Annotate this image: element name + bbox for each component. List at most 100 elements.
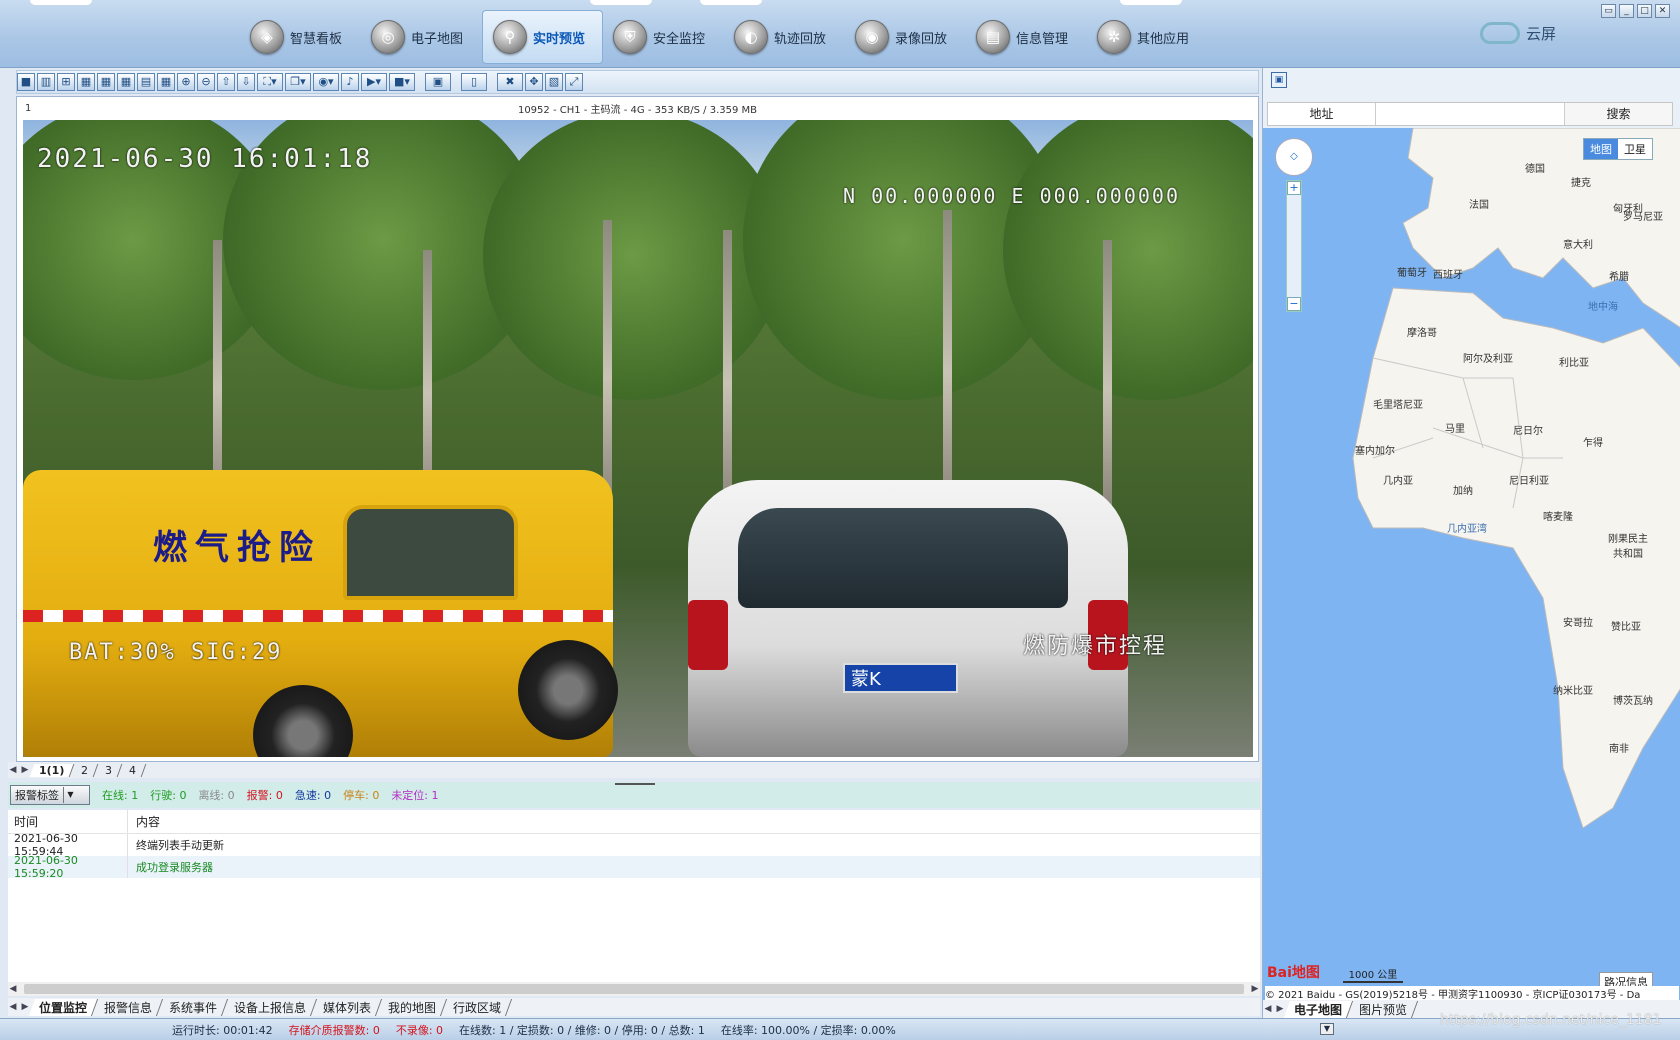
map-label: 南非 xyxy=(1609,744,1629,755)
layout-16-icon[interactable]: ▦ xyxy=(157,73,175,91)
zoom-slider[interactable]: + − xyxy=(1286,180,1302,312)
save-icon[interactable]: ▣ xyxy=(425,73,451,91)
scroll-right-icon[interactable]: ▶ xyxy=(1250,984,1260,994)
layout-6-icon[interactable]: ▦ xyxy=(77,73,95,91)
nav-item-6[interactable]: ▤ 信息管理 xyxy=(966,10,1087,64)
layout-8-icon[interactable]: ▦ xyxy=(97,73,115,91)
video-tab-3[interactable]: 4 xyxy=(120,763,147,777)
expand-icon[interactable]: ⤢ xyxy=(565,73,583,91)
speeding-count: 急速: 0 xyxy=(294,789,332,802)
prev-arrow-icon[interactable]: ◀ xyxy=(8,1002,18,1012)
next-arrow-icon[interactable]: ▶ xyxy=(20,1002,30,1012)
map-toolbar: ▣ xyxy=(1263,68,1680,92)
nav-item-7[interactable]: ✲ 其他应用 xyxy=(1087,10,1208,64)
nav-item-label: 轨迹回放 xyxy=(774,31,827,47)
layout-9-icon[interactable]: ▦ xyxy=(117,73,135,91)
bottom-tab-0[interactable]: 位置监控 xyxy=(28,998,99,1016)
zoom-out-icon[interactable]: ⊖ xyxy=(197,73,215,91)
zoom-in-icon[interactable]: + xyxy=(1287,181,1301,195)
nav-item-3[interactable]: ⛨ 安全监控 xyxy=(603,10,724,64)
nav-item-label: 其他应用 xyxy=(1137,31,1190,47)
map-type-satellite[interactable]: 卫星 xyxy=(1618,139,1652,159)
layout-4-icon[interactable]: ⊞ xyxy=(57,73,75,91)
video-tab-1[interactable]: 2 xyxy=(72,763,99,777)
map-type-map[interactable]: 地图 xyxy=(1584,139,1618,159)
nav-item-2[interactable]: ⚲ 实时预览 xyxy=(482,10,603,64)
osd-right-text: 燃防爆市控程 xyxy=(1023,634,1168,659)
scroll-left-icon[interactable]: ◀ xyxy=(8,984,18,994)
layout-10-icon[interactable]: ▤ xyxy=(137,73,155,91)
prev-arrow-icon[interactable]: ◀ xyxy=(8,765,18,775)
bottom-tab-2[interactable]: 系统事件 xyxy=(158,998,229,1016)
bottom-tab-5[interactable]: 我的地图 xyxy=(377,998,448,1016)
map-panel: ▣ 地址 搜索 地图 卫星 ◇ + − 德国 捷克 法国 匈牙利 罗马尼亚 意大利 葡萄牙 xyxy=(1262,68,1680,1018)
top-strip xyxy=(30,0,92,5)
zoom-in-icon[interactable]: ⊕ xyxy=(177,73,195,91)
alarm-count: 报警: 0 xyxy=(246,789,283,802)
log-horizontal-scrollbar[interactable]: ◀ ▶ xyxy=(8,982,1260,996)
document-icon[interactable]: ▯ xyxy=(461,73,487,91)
search-button[interactable]: 搜索 xyxy=(1564,103,1672,125)
suv-rear-window xyxy=(738,508,1068,608)
bottom-tab-6[interactable]: 行政区域 xyxy=(443,998,513,1016)
address-input[interactable] xyxy=(1376,103,1564,125)
nav-item-1[interactable]: ◎ 电子地图 xyxy=(361,10,482,64)
layout-2-icon[interactable]: ▥ xyxy=(37,73,55,91)
prev-arrow-icon[interactable]: ◀ xyxy=(1263,1004,1273,1014)
next-arrow-icon[interactable]: ▶ xyxy=(1275,1004,1285,1014)
zoom-out-icon[interactable]: − xyxy=(1287,297,1301,311)
zoom-track[interactable] xyxy=(1287,195,1301,297)
nav-item-0[interactable]: ◈ 智慧看板 xyxy=(240,10,361,64)
video-tab-0[interactable]: 1(1) xyxy=(29,763,75,777)
pan-control-icon[interactable]: ◇ xyxy=(1275,138,1313,176)
table-row[interactable]: 2021-06-30 15:59:20 成功登录服务器 xyxy=(8,854,1260,880)
maximize-icon[interactable]: □ xyxy=(1637,4,1652,18)
bottom-tab-1[interactable]: 报警信息 xyxy=(93,998,164,1016)
table-row[interactable]: 2021-06-30 15:59:44 终端列表手动更新 xyxy=(8,832,1260,858)
stop-dropdown-icon[interactable]: ■▾ xyxy=(389,73,415,91)
play-dropdown-icon[interactable]: ▶▾ xyxy=(361,73,387,91)
restore-icon[interactable]: ▭ xyxy=(1601,4,1616,18)
col-time-header[interactable]: 时间 xyxy=(8,810,128,833)
save-icon[interactable]: ▣ xyxy=(1271,72,1287,88)
bottom-tab-4[interactable]: 媒体列表 xyxy=(312,998,383,1016)
bottom-tab-3[interactable]: 设备上报信息 xyxy=(223,998,318,1016)
move-icon[interactable]: ✥ xyxy=(525,73,543,91)
fullscreen-dropdown-icon[interactable]: ⛶▾ xyxy=(257,73,283,91)
col-content-header[interactable]: 内容 xyxy=(128,813,160,830)
delete-icon[interactable]: ✖ xyxy=(497,73,523,91)
panel-splitter[interactable] xyxy=(615,783,655,785)
map-land xyxy=(1352,128,1680,829)
minimize-icon[interactable]: _ xyxy=(1619,4,1634,18)
talk-icon[interactable]: ♪ xyxy=(341,73,359,91)
nav-item-4[interactable]: ◐ 轨迹回放 xyxy=(724,10,845,64)
map-label: 纳米比亚 xyxy=(1553,686,1593,697)
baidu-map[interactable]: 地图 卫星 ◇ + − 德国 捷克 法国 匈牙利 罗马尼亚 意大利 葡萄牙 西班牙 希腊 地中海摩… xyxy=(1263,128,1680,1000)
map-label: 赞比亚 xyxy=(1611,622,1641,633)
video-tab-2[interactable]: 3 xyxy=(96,763,123,777)
video-frame[interactable]: 2021-06-30 16:01:18 N 00.000000 E 000.00… xyxy=(23,120,1253,757)
window-dropdown-icon[interactable]: ❐▾ xyxy=(285,73,311,91)
alarm-tag-value: 报警标签 xyxy=(15,789,59,802)
next-arrow-icon[interactable]: ▶ xyxy=(20,765,30,775)
map-tab-1[interactable]: 图片预览 xyxy=(1348,1000,1419,1018)
dashboard-icon: ◈ xyxy=(250,20,284,54)
scroll-thumb[interactable] xyxy=(24,984,1244,994)
tree-trunk xyxy=(1103,240,1112,537)
nav-item-5[interactable]: ◉ 录像回放 xyxy=(845,10,966,64)
upload-icon[interactable]: ⇧ xyxy=(217,73,235,91)
snapshot-dropdown-icon[interactable]: ◉▾ xyxy=(313,73,339,91)
status-footer: 运行时长: 00:01:42 存储介质报警数: 0 不录像: 0 在线数: 1 … xyxy=(0,1018,1680,1040)
map-label: 地中海 xyxy=(1588,302,1618,313)
layout-1-icon[interactable]: ■ xyxy=(17,73,35,91)
map-tab-0[interactable]: 电子地图 xyxy=(1283,1000,1354,1018)
white-suv: 蒙K xyxy=(688,480,1128,757)
alarm-tag-select[interactable]: 报警标签 ▼ xyxy=(10,785,90,805)
map-label: 塞内加尔 xyxy=(1355,446,1395,457)
chevron-down-icon[interactable]: ▼ xyxy=(1320,1023,1334,1035)
download-icon[interactable]: ⇩ xyxy=(237,73,255,91)
close-icon[interactable]: ✕ xyxy=(1655,4,1670,18)
magnifier-icon: ⚲ xyxy=(493,20,527,54)
color-icon[interactable]: ▧ xyxy=(545,73,563,91)
main-nav: ◈ 智慧看板 ◎ 电子地图 ⚲ 实时预览 ⛨ 安全监控 ◐ 轨迹回放 ◉ 录像回放 ▤ 信息管理 ✲ 其他应用 xyxy=(240,10,1208,64)
